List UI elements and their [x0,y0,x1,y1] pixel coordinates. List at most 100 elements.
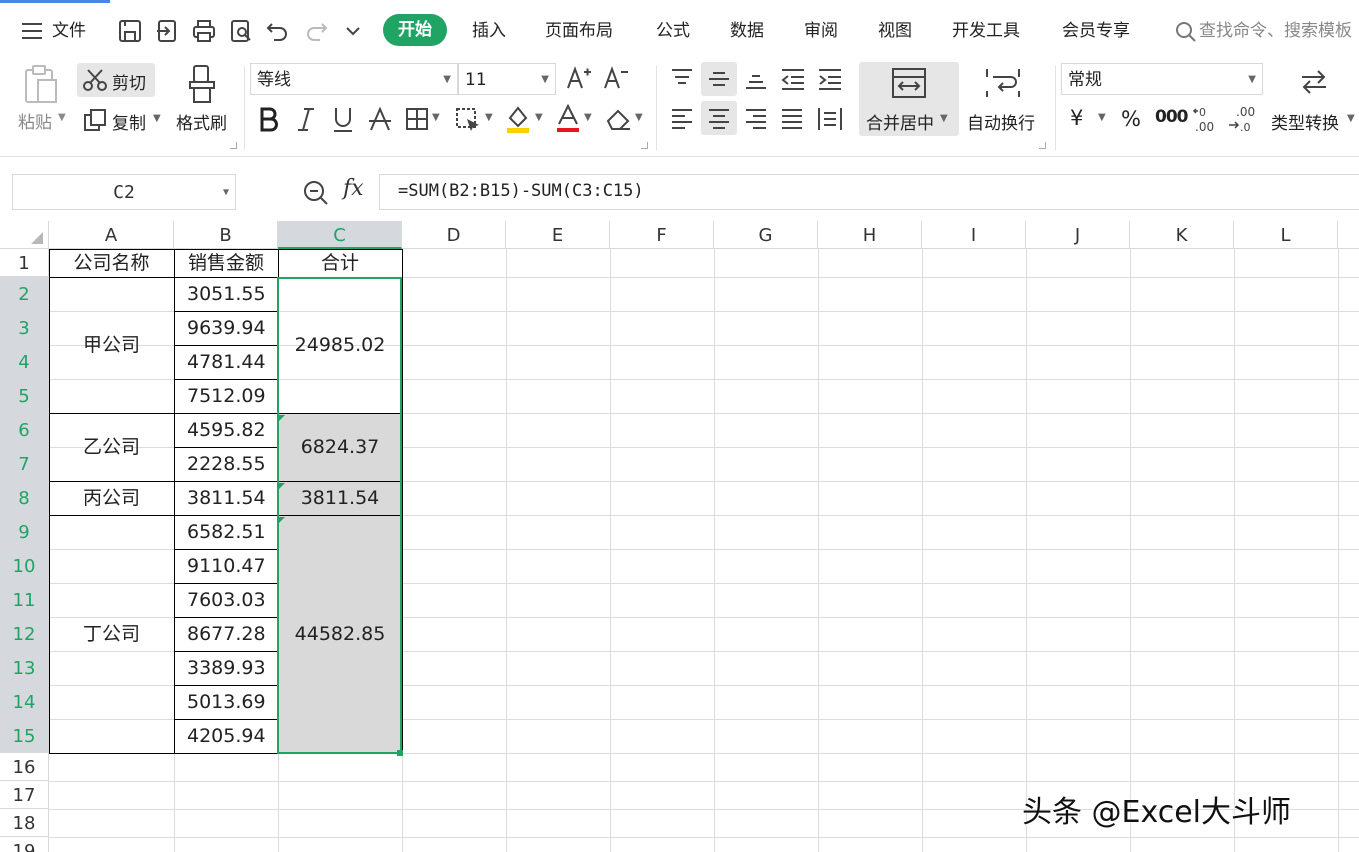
zoom-lookup-icon[interactable] [303,180,329,206]
tab-insert[interactable]: 插入 [472,18,506,44]
row-header-18[interactable]: 18 [0,809,49,837]
paste-icon[interactable] [24,64,60,104]
name-box[interactable]: C2 ▼ [12,174,236,210]
row-header-13[interactable]: 13 [0,651,49,685]
row-header-10[interactable]: 10 [0,549,49,583]
font-name-select[interactable]: 等线 ▼ [250,63,458,95]
column-header-c[interactable]: C [278,221,402,249]
row-header-3[interactable]: 3 [0,311,49,345]
underline-icon[interactable] [331,106,355,134]
company-name-cell[interactable]: 丙公司 [49,481,174,515]
column-header-b[interactable]: B [174,221,278,249]
select-all-corner[interactable] [0,221,49,249]
tab-formulas[interactable]: 公式 [656,18,690,44]
type-convert-icon[interactable] [1298,67,1330,97]
fill-color-icon[interactable] [506,104,532,134]
spreadsheet-grid[interactable]: ABCDEFGHIJKL 1 2 3 4 5 6 7 8 9 10 11 12 13 14 15 16 17 18… [0,221,1359,852]
row-header-7[interactable]: 7 [0,447,49,481]
row-header-14[interactable]: 14 [0,685,49,719]
sales-cell[interactable]: 7512.09 [174,379,278,413]
tab-review[interactable]: 审阅 [804,18,838,44]
borders-dropdown-icon[interactable]: ▼ [432,112,440,123]
undo-icon[interactable] [266,20,290,42]
font-size-select[interactable]: 11 ▼ [458,63,556,95]
column-header-h[interactable]: H [818,221,922,249]
column-header-e[interactable]: E [506,221,610,249]
column-header-a[interactable]: A [49,221,174,249]
tab-data[interactable]: 数据 [730,18,764,44]
row-header-1[interactable]: 1 [0,249,49,277]
fill-pattern-icon[interactable] [455,107,481,131]
save-icon[interactable] [118,19,142,43]
company-name-cell[interactable]: 乙公司 [49,413,174,481]
copy-dropdown-icon[interactable]: ▼ [153,113,161,124]
font-group-launcher[interactable] [641,142,648,149]
company-name-cell[interactable]: 丁公司 [49,515,174,753]
column-header-l[interactable]: L [1234,221,1338,249]
tab-developer[interactable]: 开发工具 [952,18,1020,44]
row-header-6[interactable]: 6 [0,413,49,447]
header-company-name[interactable]: 公司名称 [49,249,174,277]
export-icon[interactable] [155,19,179,43]
paste-dropdown-icon[interactable]: ▼ [58,112,66,123]
type-convert-dropdown-icon[interactable]: ▼ [1347,113,1355,124]
row-header-17[interactable]: 17 [0,781,49,809]
header-sales-amount[interactable]: 销售金额 [174,249,278,277]
align-right-icon[interactable] [745,108,767,130]
italic-icon[interactable] [296,106,316,132]
font-color-icon[interactable] [556,103,580,134]
bold-icon[interactable] [258,106,280,132]
sales-cell[interactable]: 4595.82 [174,413,278,447]
merge-dropdown-icon[interactable]: ▼ [940,113,948,124]
row-header-16[interactable]: 16 [0,753,49,781]
strikethrough-icon[interactable] [368,106,392,134]
row-header-9[interactable]: 9 [0,515,49,549]
font-color-dropdown-icon[interactable]: ▼ [584,112,592,123]
company-name-cell[interactable]: 甲公司 [49,277,174,413]
hamburger-menu-icon[interactable] [22,22,44,40]
search-icon[interactable] [1175,21,1197,43]
file-menu[interactable]: 文件 [52,18,86,44]
row-header-8[interactable]: 8 [0,481,49,515]
increase-indent-icon[interactable] [818,68,842,90]
sales-cell[interactable]: 3051.55 [174,277,278,311]
justify-icon[interactable] [781,108,803,130]
row-header-15[interactable]: 15 [0,719,49,753]
format-painter-icon[interactable] [188,64,218,104]
insert-function-button[interactable]: fx [343,176,364,201]
sales-cell[interactable]: 7603.03 [174,583,278,617]
print-preview-icon[interactable] [229,19,253,43]
column-header-k[interactable]: K [1130,221,1234,249]
column-header-j[interactable]: J [1026,221,1130,249]
tab-view[interactable]: 视图 [878,18,912,44]
wrap-text-button[interactable]: 自动换行 [967,109,1035,134]
quick-access-dropdown-icon[interactable] [346,26,360,36]
tab-page-layout[interactable]: 页面布局 [545,18,613,44]
alignment-group-launcher[interactable] [1039,142,1046,149]
paste-button[interactable]: 粘贴 [18,108,52,133]
sales-cell[interactable]: 6582.51 [174,515,278,549]
sales-cell[interactable]: 4781.44 [174,345,278,379]
row-header-2[interactable]: 2 [0,277,49,311]
align-top-icon[interactable] [671,68,693,90]
increase-font-icon[interactable] [566,66,592,92]
currency-dropdown-icon[interactable]: ▼ [1098,112,1106,123]
decrease-indent-icon[interactable] [781,68,805,90]
tab-home[interactable]: 开始 [383,14,447,46]
format-painter-button[interactable]: 格式刷 [176,109,227,134]
row-header-11[interactable]: 11 [0,583,49,617]
sales-cell[interactable]: 3811.54 [174,481,278,515]
thousands-separator-icon[interactable]: 000 [1155,107,1188,127]
column-header-g[interactable]: G [714,221,818,249]
command-search-input[interactable]: 查找命令、搜索模板 [1199,18,1359,44]
fill-handle[interactable] [397,750,403,756]
redo-icon[interactable] [304,20,328,42]
sales-cell[interactable]: 9639.94 [174,311,278,345]
distributed-align-icon[interactable] [817,107,843,131]
row-header-12[interactable]: 12 [0,617,49,651]
increase-decimal-icon[interactable]: 0.00 [1192,105,1219,134]
sales-cell[interactable]: 5013.69 [174,685,278,719]
fill-pattern-dropdown-icon[interactable]: ▼ [485,112,493,123]
copy-button[interactable]: 复制 [112,109,146,134]
sales-cell[interactable]: 3389.93 [174,651,278,685]
